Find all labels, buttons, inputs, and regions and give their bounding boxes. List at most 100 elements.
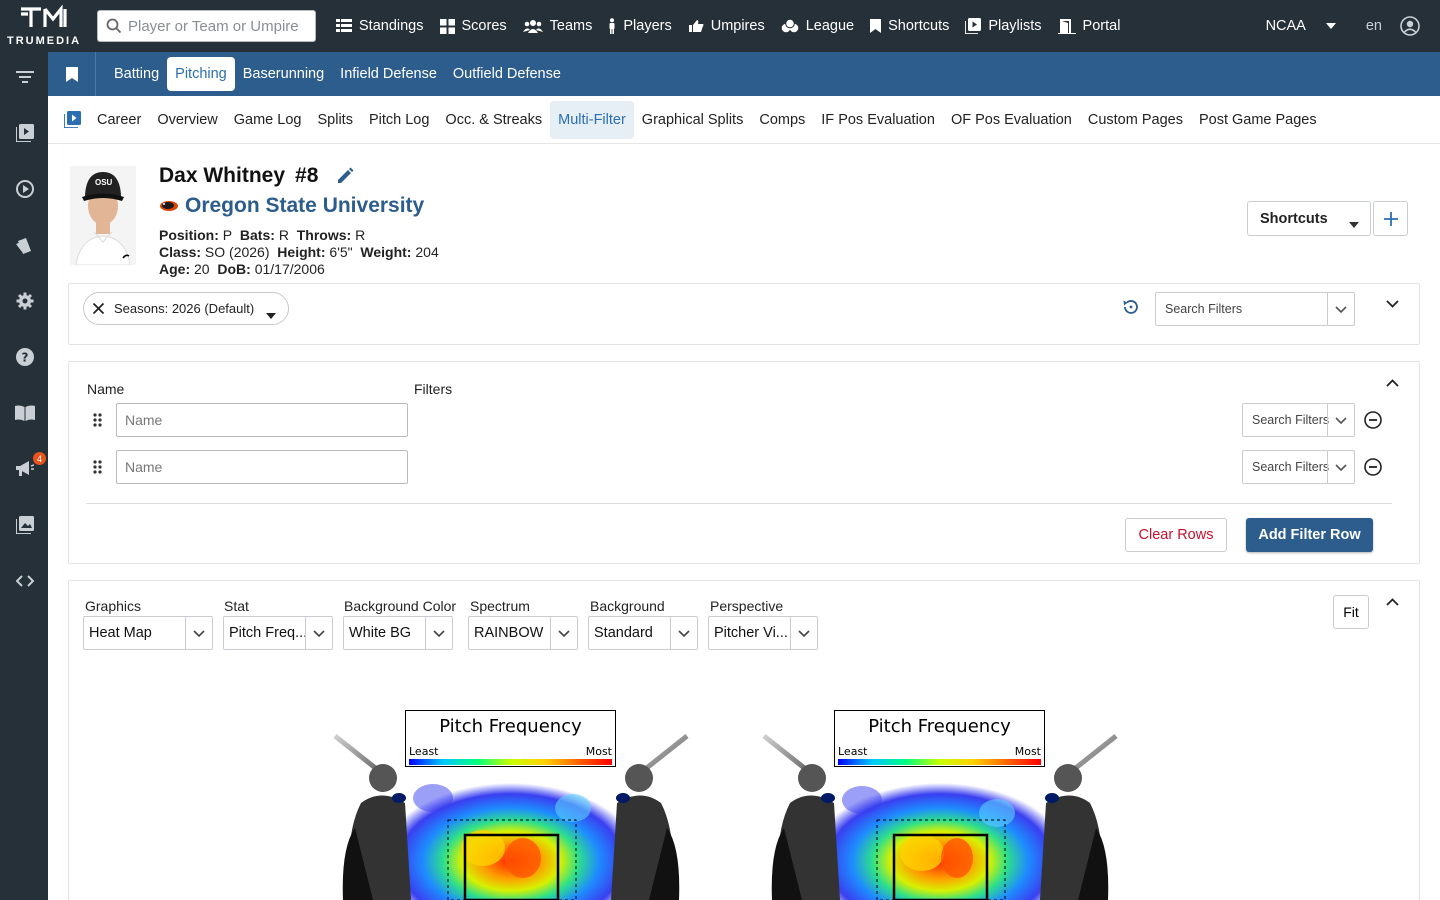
stat-select[interactable]: Pitch Freq... <box>223 616 333 650</box>
spectrum-select[interactable]: RAINBOW <box>468 616 578 650</box>
background-color-select[interactable]: White BG <box>343 616 453 650</box>
subtab-multi-filter[interactable]: Multi-Filter <box>550 100 634 139</box>
spectrum-label: Spectrum <box>470 598 530 614</box>
remove-row-icon[interactable] <box>1364 411 1382 429</box>
nav-portal[interactable]: Portal <box>1057 18 1121 34</box>
subtab-overview[interactable]: Overview <box>149 101 225 139</box>
play-circle-icon[interactable] <box>14 178 36 200</box>
season-filter-chip[interactable]: Seasons: 2026 (Default) <box>83 292 289 325</box>
subtab-comps[interactable]: Comps <box>751 101 813 139</box>
chevron-down-icon[interactable] <box>670 617 697 649</box>
nav-teams[interactable]: Teams <box>522 18 592 34</box>
subtab-pitch-log[interactable]: Pitch Log <box>361 101 437 139</box>
chevron-down-icon[interactable] <box>790 617 817 649</box>
nav-players[interactable]: Players <box>608 18 672 34</box>
users-icon <box>522 19 543 33</box>
collapse-chevron-icon[interactable] <box>1386 379 1399 387</box>
subtab-game-log[interactable]: Game Log <box>226 101 310 139</box>
edit-pencil-icon[interactable] <box>336 167 354 185</box>
tab-pitching[interactable]: Pitching <box>167 57 235 91</box>
expand-chevron-icon[interactable] <box>1386 300 1399 308</box>
language-select[interactable]: en <box>1366 18 1382 34</box>
add-shortcut-button[interactable] <box>1373 201 1408 236</box>
bookmark-page-icon[interactable] <box>48 52 96 96</box>
background-select[interactable]: Standard <box>588 616 698 650</box>
chevron-down-icon[interactable] <box>550 617 577 649</box>
search-filters-select[interactable]: Search Filters <box>1155 292 1355 326</box>
height-value: 6'5" <box>329 244 353 260</box>
chevron-down-icon[interactable] <box>425 617 452 649</box>
book-icon[interactable] <box>14 402 36 424</box>
tab-batting[interactable]: Batting <box>106 57 167 91</box>
player-info-line-2: Class: SO (2026) Height: 6'5" Weight: 20… <box>159 244 439 260</box>
chevron-down-icon[interactable] <box>1327 404 1354 436</box>
divider <box>86 503 1392 504</box>
throws-value: R <box>355 227 366 243</box>
filter-menu-icon[interactable] <box>14 66 36 88</box>
filter-row-name-input[interactable] <box>116 450 408 484</box>
nav-scores[interactable]: Scores <box>439 18 507 34</box>
league-select[interactable]: NCAA <box>1266 18 1306 34</box>
code-icon[interactable] <box>14 570 36 592</box>
remove-row-icon[interactable] <box>1364 458 1382 476</box>
nav-shortcuts[interactable]: Shortcuts <box>870 18 949 34</box>
baseball-icon <box>781 19 799 33</box>
global-search[interactable] <box>97 10 316 42</box>
dob-value: 01/17/2006 <box>254 261 325 277</box>
tab-baserunning[interactable]: Baserunning <box>235 57 332 91</box>
subtab-custom-pages[interactable]: Custom Pages <box>1080 101 1191 139</box>
chevron-down-icon[interactable] <box>1327 451 1354 483</box>
graphics-select[interactable]: Heat Map <box>83 616 213 650</box>
row-search-filters-select[interactable]: Search Filters <box>1242 403 1355 437</box>
trumedia-logo[interactable]: TRUMEDIA <box>0 0 88 52</box>
drag-handle-icon[interactable] <box>93 460 102 474</box>
row-filter-placeholder: Search Filters <box>1252 413 1330 427</box>
chevron-down-icon[interactable] <box>305 617 332 649</box>
heatmap-graphic-1: Pitch Frequency Least Most <box>333 708 689 900</box>
subtab-post-game-pages[interactable]: Post Game Pages <box>1191 101 1325 139</box>
shortcuts-dropdown[interactable]: Shortcuts <box>1247 201 1371 236</box>
chevron-down-icon[interactable] <box>185 617 212 649</box>
tab-outfield-defense[interactable]: Outfield Defense <box>445 57 569 91</box>
position-value: P <box>222 227 233 243</box>
subtab-career[interactable]: Career <box>89 101 149 139</box>
subtab-occ-streaks[interactable]: Occ. & Streaks <box>437 101 550 139</box>
nav-umpires[interactable]: Umpires <box>688 18 765 34</box>
nav-playlists[interactable]: Playlists <box>965 18 1042 34</box>
nav-label: Portal <box>1082 18 1121 34</box>
settings-gear-icon[interactable] <box>14 290 36 312</box>
collapse-chevron-icon[interactable] <box>1386 598 1399 606</box>
user-account-icon[interactable] <box>1400 16 1420 36</box>
clear-rows-button[interactable]: Clear Rows <box>1125 518 1227 552</box>
close-icon[interactable] <box>93 303 104 314</box>
search-input[interactable] <box>128 17 298 35</box>
chevron-down-icon[interactable] <box>1325 23 1336 29</box>
nav-standings[interactable]: Standings <box>336 18 424 34</box>
position-label: Position: <box>159 227 219 243</box>
cards-icon[interactable] <box>14 234 36 256</box>
chevron-down-icon[interactable] <box>1327 293 1354 325</box>
subtab-of-pos-evaluation[interactable]: OF Pos Evaluation <box>943 101 1080 139</box>
row-search-filters-select[interactable]: Search Filters <box>1242 450 1355 484</box>
video-playlist-icon[interactable] <box>64 111 81 128</box>
tab-infield-defense[interactable]: Infield Defense <box>332 57 445 91</box>
filter-row-name-input[interactable] <box>116 403 408 437</box>
weight-label: Weight: <box>360 244 412 260</box>
playlist-icon <box>965 18 982 34</box>
school-name[interactable]: Oregon State University <box>185 194 424 218</box>
shortcuts-label: Shortcuts <box>1260 210 1328 227</box>
fit-button[interactable]: Fit <box>1333 595 1369 629</box>
image-gallery-icon[interactable] <box>14 514 36 536</box>
legend-least-label: Least <box>838 745 868 758</box>
left-sidebar: ? 4 <box>0 52 48 900</box>
video-library-icon[interactable] <box>14 122 36 144</box>
perspective-select[interactable]: Pitcher Vi... <box>708 616 818 650</box>
subtab-if-pos-evaluation[interactable]: IF Pos Evaluation <box>813 101 943 139</box>
subtab-graphical-splits[interactable]: Graphical Splits <box>634 101 752 139</box>
nav-league[interactable]: League <box>781 18 854 34</box>
subtab-splits[interactable]: Splits <box>309 101 360 139</box>
add-filter-row-button[interactable]: Add Filter Row <box>1246 518 1373 552</box>
drag-handle-icon[interactable] <box>93 413 102 427</box>
reset-history-icon[interactable] <box>1122 298 1140 316</box>
help-icon[interactable]: ? <box>14 346 36 368</box>
